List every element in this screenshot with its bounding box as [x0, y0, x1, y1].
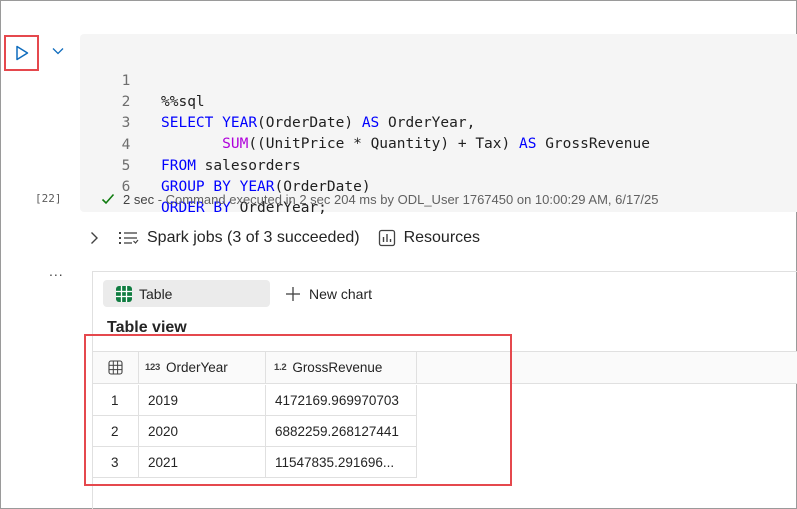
- line-number: 3: [121, 115, 131, 131]
- spark-jobs-row: Spark jobs (3 of 3 succeeded) Resources: [89, 227, 480, 249]
- code-text: SELECT YEAR(OrderDate) AS OrderYear,: [161, 113, 475, 134]
- more-options-button[interactable]: ...: [49, 263, 64, 279]
- sql-token: OrderDate: [265, 115, 345, 131]
- spark-jobs-toggle[interactable]: Spark jobs (3 of 3 succeeded): [118, 229, 360, 247]
- column-name: OrderYear: [165, 360, 228, 375]
- execution-count: [22]: [35, 192, 62, 205]
- column-header-grossrevenue[interactable]: 1.2 GrossRevenue: [266, 351, 417, 384]
- line-number: 4: [121, 137, 131, 153]
- table-cell[interactable]: 2019: [139, 385, 266, 416]
- sql-token: OrderYear: [388, 115, 467, 131]
- run-cell-button[interactable]: [4, 35, 39, 71]
- code-line-3: 3 SUM((UnitPrice * Quantity) + Tax) AS G…: [80, 92, 650, 152]
- table-view-title: Table view: [107, 319, 187, 336]
- sql-token: Tax: [475, 136, 502, 152]
- sql-token: (: [257, 115, 266, 131]
- sql-token: ) +: [440, 136, 476, 152]
- decimal-type-icon: 1.2: [274, 362, 287, 373]
- integer-type-icon: 123: [145, 362, 160, 373]
- grid-icon: [108, 360, 123, 375]
- sql-function: SUM: [222, 136, 249, 152]
- execution-message: - Command executed in 2 sec 204 ms by OD…: [157, 191, 659, 207]
- table-cell[interactable]: 11547835.291696...: [266, 447, 417, 478]
- code-text: %%sql: [161, 94, 205, 110]
- code-line-5: 5 GROUP BY YEAR(OrderDate): [80, 135, 371, 195]
- table-cell[interactable]: 4172169.969970703: [266, 385, 417, 416]
- table-icon: [116, 285, 132, 302]
- resources-label: Resources: [403, 229, 481, 246]
- sql-token: *: [344, 136, 371, 152]
- job-list-icon: [119, 232, 139, 244]
- table-cell[interactable]: 2020: [139, 416, 266, 447]
- sql-token: ,: [466, 115, 476, 131]
- new-chart-button[interactable]: New chart: [285, 282, 372, 306]
- row-index: 2: [93, 416, 139, 447]
- sql-token: UnitPrice: [265, 136, 345, 152]
- column-name: GrossRevenue: [292, 360, 383, 375]
- resources-button[interactable]: Resources: [378, 229, 480, 247]
- chevron-down-icon: [52, 48, 64, 55]
- chart-icon: [378, 229, 395, 247]
- checkmark-icon: [101, 193, 115, 205]
- tab-table[interactable]: Table: [103, 280, 270, 307]
- execution-status: 2 sec - Command executed in 2 sec 204 ms…: [101, 190, 659, 208]
- expand-spark-jobs-button[interactable]: [89, 231, 111, 245]
- code-editor[interactable]: 1 %%sql 2 SELECT YEAR(OrderDate) AS Orde…: [80, 34, 797, 216]
- line-number: 5: [121, 158, 131, 174]
- code-line-4: 4 FROM salesorders: [80, 114, 301, 174]
- sql-token: ): [344, 115, 362, 131]
- chevron-right-icon: [91, 232, 98, 244]
- code-line-1: 1 %%sql: [80, 50, 205, 110]
- sql-token: salesorders: [204, 158, 301, 174]
- code-text: SUM((UnitPrice * Quantity) + Tax) AS Gro…: [161, 134, 650, 155]
- code-text: FROM salesorders: [161, 156, 301, 177]
- sql-keyword: FROM: [161, 158, 196, 174]
- sql-token: ((: [248, 136, 266, 152]
- code-line-2: 2 SELECT YEAR(OrderDate) AS OrderYear,: [80, 71, 476, 131]
- table-cell[interactable]: 6882259.268127441: [266, 416, 417, 447]
- sql-token: Quantity: [370, 136, 441, 152]
- play-icon: [15, 45, 28, 61]
- spark-jobs-label: Spark jobs (3 of 3 succeeded): [147, 229, 360, 246]
- plus-icon: [286, 287, 300, 301]
- execution-duration: 2 sec: [123, 191, 155, 207]
- sql-token: ): [501, 136, 519, 152]
- sql-function: YEAR: [222, 115, 258, 131]
- sql-keyword: AS: [519, 136, 537, 152]
- code-line-6: 6 ORDER BY OrderYear;: [80, 156, 327, 216]
- sql-keyword: SELECT: [161, 115, 214, 131]
- result-table: 123 OrderYear 1.2 GrossRevenue 1 2019 41…: [93, 351, 797, 478]
- line-number: 1: [121, 73, 131, 89]
- line-number: 2: [121, 94, 131, 110]
- collapse-cell-button[interactable]: [51, 43, 65, 57]
- tab-table-label: Table: [139, 285, 173, 302]
- new-chart-label: New chart: [309, 286, 373, 302]
- row-index: 1: [93, 385, 139, 416]
- column-header-orderyear[interactable]: 123 OrderYear: [139, 351, 266, 384]
- sql-token: GrossRevenue: [545, 136, 650, 152]
- select-all-cell[interactable]: [93, 351, 139, 384]
- row-index: 3: [93, 447, 139, 478]
- sql-keyword: AS: [361, 115, 380, 131]
- table-cell[interactable]: 2021: [139, 447, 266, 478]
